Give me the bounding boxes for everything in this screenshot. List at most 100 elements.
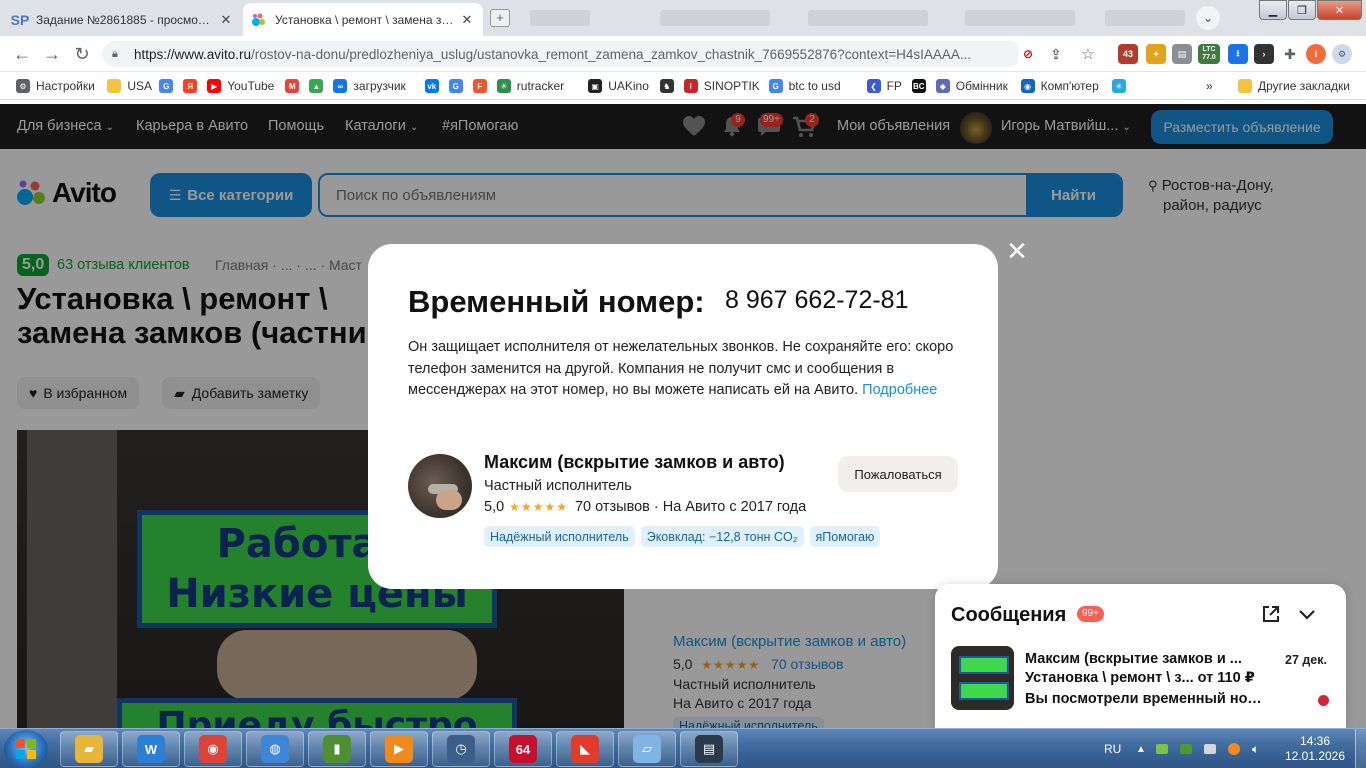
bookmark-label: загрузчик <box>353 79 406 93</box>
open-external-icon[interactable] <box>1261 604 1281 624</box>
puzzle-extensions-icon[interactable]: ✚ <box>1280 44 1300 64</box>
tab-close-icon[interactable]: ✕ <box>218 12 234 28</box>
more-info-link[interactable]: Подробнее <box>862 382 937 398</box>
bookmark-gmail[interactable]: M <box>285 77 305 95</box>
download-icon[interactable]: ⭳ <box>1228 44 1248 64</box>
ltc-label: LTC <box>1202 46 1216 53</box>
share-icon[interactable]: ⇪ <box>1046 44 1066 64</box>
bookmark-настройки[interactable]: ⚙ Настройки <box>16 77 95 95</box>
bookmark-fp[interactable]: ❮ FP <box>866 77 902 95</box>
tray-volume-icon[interactable]: 🔈︎ <box>1252 729 1259 768</box>
blocked-popup-icon[interactable]: ⊘ <box>1018 44 1038 64</box>
bookmark-обм-нник[interactable]: ◆ Обмінник <box>935 77 1008 95</box>
bookmark-rutracker[interactable]: ✳ rutracker <box>496 77 565 95</box>
bookmark-комп-ютер[interactable]: ◉ Комп'ютер <box>1020 77 1099 95</box>
taskbar-battery-monitor[interactable]: ▮ <box>308 731 366 767</box>
tab-close-icon[interactable]: ✕ <box>459 12 475 28</box>
modal-close-icon[interactable]: ✕ <box>1005 238 1029 264</box>
collapse-chevron-icon[interactable] <box>1297 604 1317 624</box>
browser-tab-2[interactable]: Установка \ ремонт \ замена зам ✕ <box>243 3 483 36</box>
media-player-icon: ▶ <box>385 735 413 763</box>
tray-antivirus-icon[interactable] <box>1228 729 1240 768</box>
minimize-button[interactable]: ▁ <box>1259 0 1287 20</box>
taskbar-notes-app[interactable]: ▱ <box>618 731 676 767</box>
browser-tab-1[interactable]: SP Задание №2861885 - просмотр з ✕ <box>4 3 242 36</box>
ltc-extension-icon[interactable]: LTC 77.0 <box>1198 44 1220 64</box>
address-bar[interactable]: 🔒︎ https://www.avito.ru/rostov-na-donu/p… <box>102 41 1022 67</box>
uakino-icon: ▣ <box>588 79 603 93</box>
browser-menu-icon[interactable]: ⚙ <box>1332 44 1352 64</box>
tag-ya-pomogayu[interactable]: яПомогаю <box>809 526 881 547</box>
bookmark-yandex[interactable]: Я <box>183 77 203 95</box>
restore-button[interactable]: ❐ <box>1288 0 1316 20</box>
modal-seller-name[interactable]: Максим (вскрытие замков и авто) <box>484 452 785 473</box>
taskbar-winmaster[interactable]: W <box>122 731 180 767</box>
reload-icon[interactable]: ↻ <box>70 42 94 66</box>
chat-ad-title: Установка \ ремонт \ з... от 110 ₽ <box>1025 670 1255 686</box>
shield-extension-icon[interactable]: ✦ <box>1146 44 1166 64</box>
battery-monitor-icon: ▮ <box>323 735 351 763</box>
bookmark-sinoptik[interactable]: ǀ SINOPTIK <box>683 77 760 95</box>
taskbar-explorer[interactable]: ▰ <box>60 731 118 767</box>
start-button[interactable] <box>4 730 48 768</box>
bookmark-bc[interactable]: BC <box>911 77 932 95</box>
f-icon: F <box>472 79 487 93</box>
bookmark-загрузчик[interactable]: ∞ загрузчик <box>333 77 406 95</box>
chat-thumbnail[interactable] <box>951 646 1014 710</box>
extension-badge: 43 <box>1122 49 1133 59</box>
bookmark-walmart[interactable]: ✳ <box>1112 77 1132 95</box>
bookmark-translate[interactable]: G <box>448 77 469 95</box>
seller-avatar[interactable] <box>408 454 472 518</box>
tray-battery-icon[interactable] <box>1180 729 1192 768</box>
terminal-extension-icon[interactable]: › <box>1254 44 1274 64</box>
taskbar-chart-app[interactable]: ◣ <box>556 731 614 767</box>
bookmark-label: btc to usd <box>788 79 841 93</box>
taskbar-clock-app[interactable]: ◷ <box>432 731 490 767</box>
background-tab-ghost <box>808 10 928 26</box>
bookmarks-more-button[interactable]: » <box>1206 77 1213 95</box>
extension-43-icon[interactable]: 43 <box>1118 44 1138 64</box>
show-desktop-button[interactable] <box>1355 729 1366 768</box>
taskbar-terminal-app[interactable]: ▤ <box>680 731 738 767</box>
bookmark-usa[interactable]: USA <box>107 77 152 95</box>
bookmark-chess[interactable]: ♞ <box>659 77 680 95</box>
taskbar-media-player[interactable]: ▶ <box>370 731 428 767</box>
chat-date: 27 дек. <box>1285 653 1327 667</box>
temporary-phone-number[interactable]: 8 967 662-72-81 <box>725 286 908 315</box>
clock-time: 14:36 <box>1299 734 1331 748</box>
bookmark-btc-to-usd[interactable]: Gbtc to usd <box>768 77 841 95</box>
chat-name[interactable]: Максим (вскрытие замков и ... <box>1025 651 1270 667</box>
tag-reliable[interactable]: Надёжный исполнитель <box>484 526 635 547</box>
report-button[interactable]: Пожаловаться <box>838 456 958 492</box>
bookmark-youtube[interactable]: ▶ YouTube <box>207 77 274 95</box>
tray-printer-icon[interactable] <box>1204 729 1216 768</box>
tray-expand-icon[interactable]: ▲ <box>1136 729 1146 768</box>
taskbar-app-64[interactable]: 64 <box>494 731 552 767</box>
forward-arrow-icon[interactable]: → <box>40 42 64 66</box>
tag-eco-contribution[interactable]: Эковклад: −12,8 тонн CO₂ <box>640 526 804 547</box>
tab-search-chevron-icon[interactable]: ⌄ <box>1196 6 1220 30</box>
bookmark-f[interactable]: F <box>472 77 493 95</box>
bookmark-vk[interactable]: vk <box>424 77 445 95</box>
bookmark-star-icon[interactable]: ☆ <box>1078 44 1098 64</box>
bookmark-label: rutracker <box>516 79 565 93</box>
other-bookmarks[interactable]: Другие закладки <box>1238 77 1350 95</box>
back-arrow-icon[interactable]: ← <box>10 42 34 66</box>
profile-avatar-icon[interactable]: I <box>1306 44 1326 64</box>
chart-app-icon: ◣ <box>571 735 599 763</box>
bookmark-label: YouTube <box>227 79 275 93</box>
modal-reviews-count[interactable]: 70 отзывов <box>575 499 650 515</box>
printer-extension-icon[interactable]: ▤ <box>1172 44 1192 64</box>
tray-network-icon[interactable] <box>1156 729 1168 768</box>
new-tab-button[interactable]: + <box>490 9 510 27</box>
close-window-button[interactable]: ✕ <box>1317 0 1362 20</box>
bookmark-uakino[interactable]: ▣ UAKino <box>588 77 649 95</box>
language-indicator[interactable]: RU <box>1104 729 1121 768</box>
taskbar-network-browser[interactable]: ◍ <box>246 731 304 767</box>
bookmark-google[interactable]: G <box>159 77 179 95</box>
modal-description: Он защищает исполнителя от нежелательных… <box>408 337 968 402</box>
taskbar-chrome[interactable]: ◉ <box>184 731 242 767</box>
system-clock[interactable]: 14:36 12.01.2026 <box>1280 734 1350 764</box>
messages-widget-title[interactable]: Сообщения <box>951 604 1066 627</box>
bookmark-drive[interactable]: ▲ <box>309 77 329 95</box>
